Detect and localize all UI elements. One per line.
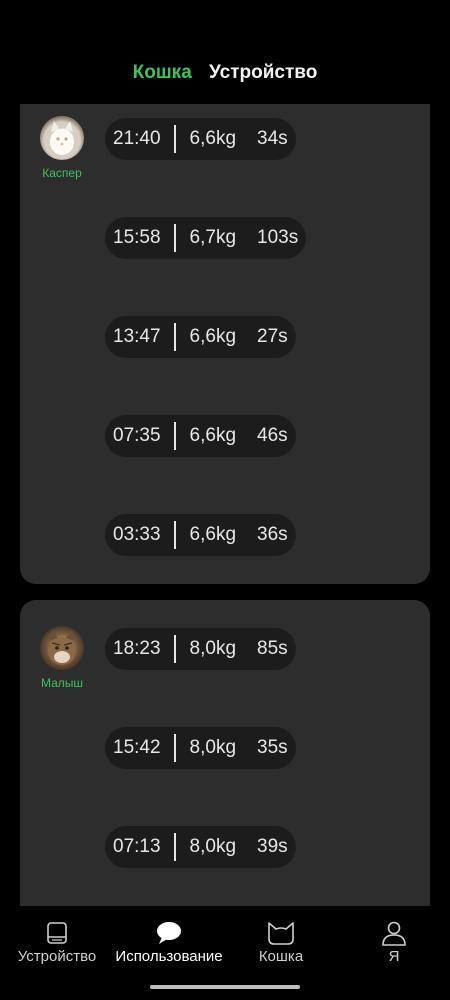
tab-device[interactable]: Устройство (209, 62, 317, 83)
nav-cat[interactable]: Кошка (225, 920, 337, 965)
top-tabs: Кошка Устройство (0, 62, 450, 84)
record-duration: 36s (257, 524, 288, 545)
record-time: 15:42 (113, 737, 161, 758)
nav-me[interactable]: Я (338, 920, 450, 965)
divider (173, 422, 176, 450)
record-duration: 103s (257, 227, 299, 248)
record-time: 03:33 (113, 524, 161, 545)
divider (173, 833, 176, 861)
divider (173, 635, 176, 663)
record-weight: 8,0kg (189, 638, 237, 659)
divider (173, 125, 176, 153)
usage-record[interactable]: 21:40 6,6kg 34s (105, 118, 296, 160)
record-duration: 85s (257, 638, 288, 659)
cat-icon (268, 922, 294, 945)
usage-record[interactable]: 13:47 6,6kg 27s (105, 316, 296, 358)
nav-label: Я (388, 948, 400, 965)
record-weight: 6,7kg (189, 227, 237, 248)
usage-record[interactable]: 07:35 6,6kg 46s (105, 415, 296, 457)
usage-record[interactable]: 07:13 8,0kg 39s (105, 826, 296, 868)
record-weight: 6,6kg (189, 128, 237, 149)
tab-cat[interactable]: Кошка (133, 62, 192, 83)
usage-record[interactable]: 18:23 8,0kg 85s (105, 628, 296, 670)
device-icon (47, 922, 67, 944)
nav-label: Использование (115, 948, 223, 965)
record-weight: 8,0kg (189, 836, 237, 857)
chat-icon (157, 922, 181, 944)
record-weight: 8,0kg (189, 737, 237, 758)
record-duration: 46s (257, 425, 288, 446)
record-time: 15:58 (113, 227, 161, 248)
nav-device[interactable]: Устройство (1, 920, 113, 965)
record-time: 07:13 (113, 836, 161, 857)
divider (173, 734, 176, 762)
avatar[interactable] (40, 626, 84, 670)
record-time: 07:35 (113, 425, 161, 446)
avatar[interactable] (40, 116, 84, 160)
cat-name: Малыш (40, 676, 84, 690)
divider (173, 323, 176, 351)
record-time: 18:23 (113, 638, 161, 659)
record-time: 13:47 (113, 326, 161, 347)
usage-record[interactable]: 15:42 8,0kg 35s (105, 727, 296, 769)
cat-card: Каспер 21:40 6,6kg 34s 15:58 6,7kg 103s … (20, 104, 430, 584)
divider (173, 224, 176, 252)
tabby-cat-photo-icon (48, 630, 76, 665)
cat-card: Малыш 18:23 8,0kg 85s 15:42 8,0kg 35s 07… (20, 600, 430, 906)
nav-label: Устройство (17, 948, 97, 965)
nav-label: Кошка (258, 948, 304, 965)
record-duration: 39s (257, 836, 288, 857)
nav-usage[interactable]: Использование (113, 920, 225, 965)
record-duration: 35s (257, 737, 288, 758)
divider (173, 521, 176, 549)
usage-record[interactable]: 03:33 6,6kg 36s (105, 514, 296, 556)
record-weight: 6,6kg (189, 524, 237, 545)
cat-name: Каспер (42, 166, 82, 180)
record-weight: 6,6kg (189, 425, 237, 446)
record-duration: 34s (257, 128, 288, 149)
white-cat-photo-icon (50, 121, 74, 155)
usage-record[interactable]: 15:58 6,7kg 103s (105, 217, 307, 259)
usage-list[interactable]: Каспер 21:40 6,6kg 34s 15:58 6,7kg 103s … (0, 104, 450, 906)
home-indicator[interactable] (150, 985, 300, 989)
record-weight: 6,6kg (189, 326, 237, 347)
record-duration: 27s (257, 326, 288, 347)
person-icon (382, 921, 406, 946)
record-time: 21:40 (113, 128, 161, 149)
